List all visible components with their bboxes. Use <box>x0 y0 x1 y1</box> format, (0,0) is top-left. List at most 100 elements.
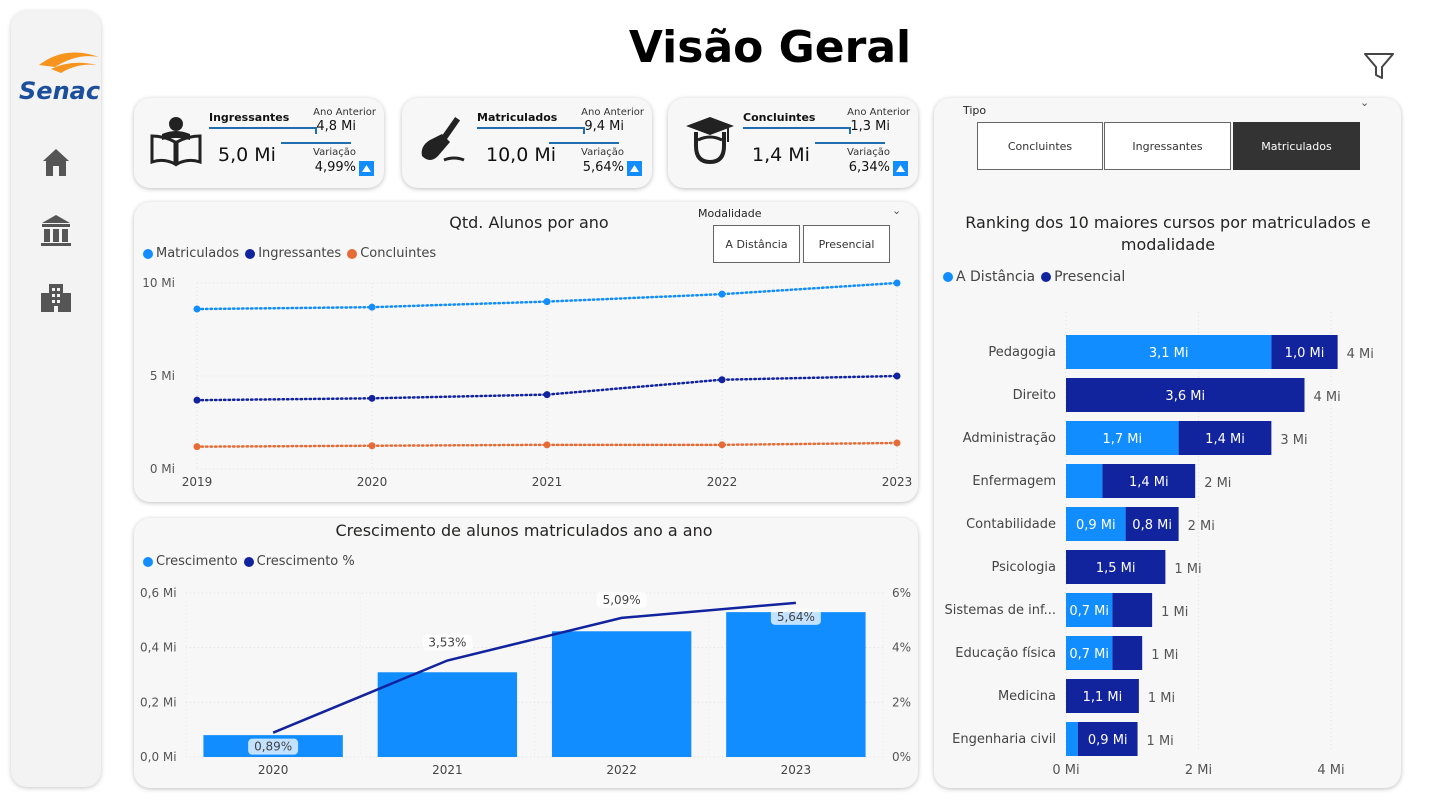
data-point <box>893 279 901 287</box>
x-tick-label: 2022 <box>606 763 637 777</box>
category-label: Sistemas de inf... <box>944 603 1056 618</box>
data-point <box>543 298 551 306</box>
kpi-label: Concluintes <box>743 111 816 124</box>
y2-tick-label: 0% <box>892 750 911 764</box>
category-label: Pedagogia <box>988 345 1056 360</box>
x-tick-label: 2021 <box>532 475 563 489</box>
y2-tick-label: 6% <box>892 586 911 600</box>
kpi-var-value: 4,99% <box>314 160 356 175</box>
sidebar: Senac <box>11 11 101 787</box>
kpi-divider <box>477 127 585 134</box>
kpi-value: 1,4 Mi <box>752 144 810 166</box>
y-tick-label: 0 Mi <box>150 462 175 476</box>
kpi-divider <box>743 127 851 134</box>
x-tick-label: 2020 <box>258 763 289 777</box>
bar-label: 0,7 Mi <box>1069 604 1109 619</box>
category-label: Administração <box>963 431 1056 446</box>
y-tick-label: 0,4 Mi <box>140 641 177 655</box>
data-point <box>893 439 901 447</box>
line-chart: 0 Mi 5 Mi 10 Mi 2019 2020 2021 2022 2023 <box>142 276 913 489</box>
kpi-prev-label: Ano Anterior <box>581 107 644 118</box>
kpi-divider <box>815 142 885 144</box>
senac-logo: Senac <box>19 52 100 105</box>
bar-label: 0,7 Mi <box>1069 647 1109 662</box>
data-label: 5,64% <box>777 610 815 624</box>
arrow-up-icon <box>359 161 374 176</box>
bar-label: 0,9 Mi <box>1076 518 1116 533</box>
bar-crescimento <box>377 672 518 757</box>
category-label: Medicina <box>998 689 1056 704</box>
kpi-value: 5,0 Mi <box>218 144 276 166</box>
bar-label: 1,7 Mi <box>1102 432 1142 447</box>
data-point <box>543 441 551 449</box>
y-tick-label: 0,0 Mi <box>140 750 177 764</box>
data-point <box>718 290 726 298</box>
category-label: Direito <box>1013 388 1056 403</box>
total-label: 1 Mi <box>1151 648 1178 663</box>
data-point <box>368 394 376 402</box>
x-tick-label: 2023 <box>882 475 913 489</box>
total-label: 1 Mi <box>1148 691 1175 706</box>
x-tick-label: 2020 <box>357 475 388 489</box>
x-tick-label: 2022 <box>707 475 738 489</box>
kpi-var-label: Variação <box>847 147 890 158</box>
data-point <box>193 305 201 313</box>
data-point <box>543 391 551 399</box>
kpi-value: 10,0 Mi <box>486 144 557 166</box>
data-point <box>193 443 201 451</box>
line-chart-card: Qtd. Alunos por ano Modalidade ⌄ A Distâ… <box>134 202 918 502</box>
kpi-divider <box>281 142 351 144</box>
data-point <box>893 372 901 380</box>
home-icon[interactable] <box>38 144 74 180</box>
kpi-prev-label: Ano Anterior <box>313 107 376 118</box>
writing-hand-icon <box>421 116 465 162</box>
bar-label: 3,6 Mi <box>1165 389 1205 404</box>
bar-a-distancia <box>1066 722 1078 756</box>
category-label: Enfermagem <box>972 474 1056 489</box>
category-label: Engenharia civil <box>952 732 1056 747</box>
data-point <box>368 303 376 311</box>
x-tick-label: 2023 <box>781 763 812 777</box>
ranking-chart: 0 Mi 2 Mi 4 Mi Pedagogia 3,1 Mi 1,0 Mi 4 Mi Dir… <box>944 312 1374 778</box>
growth-chart-card: Crescimento de alunos matriculados ano a… <box>134 518 918 788</box>
x-tick-label: 2019 <box>182 475 213 489</box>
kpi-var-label: Variação <box>581 147 624 158</box>
y2-tick-label: 2% <box>892 695 911 709</box>
bar-label: 1,1 Mi <box>1083 690 1123 705</box>
bar-label: 1,4 Mi <box>1205 432 1245 447</box>
kpi-prev-value: 4,8 Mi <box>316 119 356 134</box>
total-label: 2 Mi <box>1204 476 1231 491</box>
data-point <box>718 441 726 449</box>
arrow-up-icon <box>627 161 642 176</box>
kpi-prev-label: Ano Anterior <box>847 107 910 118</box>
arrow-up-icon <box>893 161 908 176</box>
kpi-card-concluintes: Concluintes 1,4 Mi Ano Anterior 1,3 Mi V… <box>668 98 918 188</box>
building-icon[interactable] <box>38 280 74 316</box>
graduate-icon <box>686 117 734 165</box>
kpi-var-value: 5,64% <box>582 160 624 175</box>
kpi-divider <box>549 142 619 144</box>
total-label: 4 Mi <box>1347 347 1374 362</box>
total-label: 1 Mi <box>1147 734 1174 749</box>
y2-tick-label: 4% <box>892 641 911 655</box>
total-label: 2 Mi <box>1188 519 1215 534</box>
bar-label: 1,0 Mi <box>1285 346 1325 361</box>
series-line-matriculados <box>195 281 899 311</box>
filter-icon[interactable] <box>1362 50 1396 82</box>
data-label: 0,89% <box>254 740 292 754</box>
library-icon[interactable] <box>38 212 74 248</box>
bar-label: 0,8 Mi <box>1132 518 1172 533</box>
kpi-prev-value: 1,3 Mi <box>850 119 890 134</box>
x-tick-label: 0 Mi <box>1052 763 1079 778</box>
category-label: Contabilidade <box>966 517 1056 532</box>
total-label: 3 Mi <box>1280 433 1307 448</box>
bar-presencial <box>1112 593 1153 627</box>
data-point <box>368 442 376 450</box>
bar-a-distancia <box>1066 464 1103 498</box>
kpi-prev-value: 9,4 Mi <box>584 119 624 134</box>
kpi-label: Matriculados <box>477 111 558 124</box>
data-label: 5,09% <box>603 593 641 607</box>
y-tick-label: 10 Mi <box>142 276 175 290</box>
data-point <box>193 396 201 404</box>
bar-crescimento <box>551 631 692 757</box>
